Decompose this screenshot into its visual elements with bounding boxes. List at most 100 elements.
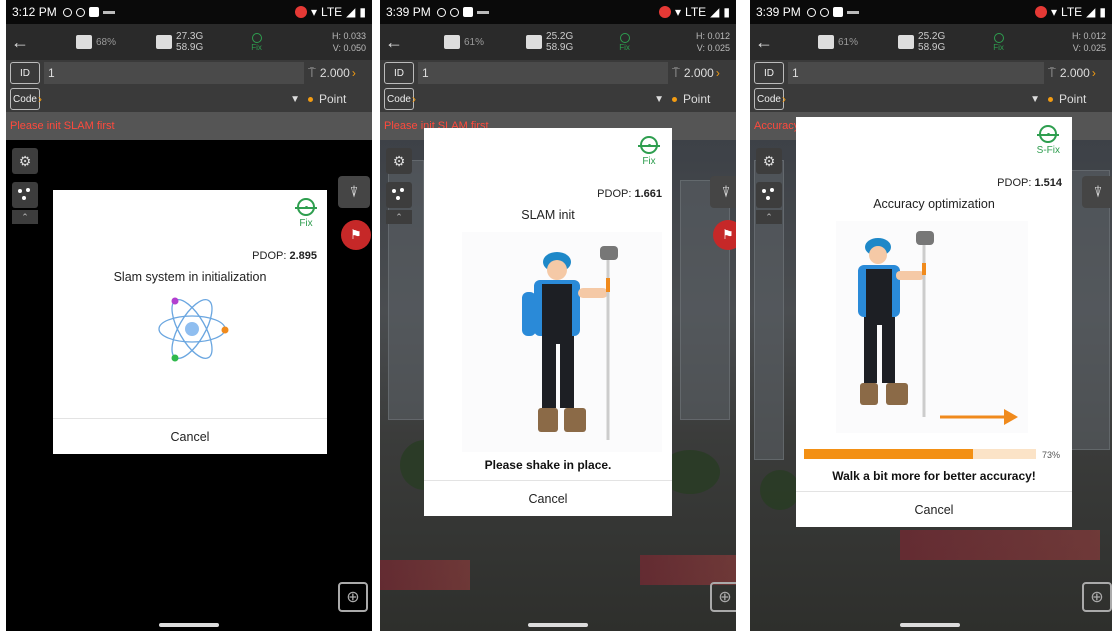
antenna-height-value: 2.000	[1059, 66, 1090, 80]
fix-icon	[993, 32, 1004, 43]
pdop-label: PDOP:	[597, 188, 632, 200]
h-precision: H: 0.033	[331, 31, 366, 41]
dialog-divider	[53, 418, 327, 419]
point-type[interactable]: Point	[672, 92, 736, 106]
gear-icon[interactable]: ⚙	[12, 148, 38, 174]
battery-icon: ▮	[1099, 5, 1106, 19]
back-arrow-icon[interactable]: ←	[380, 32, 408, 53]
fix-badge-label: S-Fix	[1036, 145, 1060, 156]
dropdown-caret-icon[interactable]: ▼	[654, 94, 664, 105]
fix-label: Fix	[993, 42, 1004, 52]
dialog-title: SLAM init	[521, 208, 575, 222]
slam-init-dialog: Fix PDOP: 2.895 Slam system in initializ…	[53, 190, 327, 454]
slam-init-dialog: Fix PDOP: 1.661 SLAM init Please shake i…	[424, 128, 672, 516]
storage-free: 25.2G	[546, 31, 574, 42]
storage-free: 25.2G	[918, 31, 946, 42]
stakeout-marker-icon[interactable]: ⚑	[341, 220, 371, 250]
network-label: LTE	[1061, 5, 1083, 19]
id-tag[interactable]: ID	[10, 62, 40, 84]
status-time: 3:12 PM	[12, 5, 57, 19]
code-dropdown[interactable]	[420, 88, 650, 110]
sd-card-icon	[156, 35, 173, 49]
battery-icon: ▮	[723, 5, 730, 19]
pdop-value: 1.661	[634, 188, 662, 200]
dots-icon[interactable]	[756, 182, 782, 208]
id-field[interactable]: 1	[44, 62, 304, 84]
id-tag[interactable]: ID	[754, 62, 784, 84]
accuracy-progress-bar	[804, 449, 1036, 459]
point-type[interactable]: Point	[1048, 92, 1112, 106]
fix-label: Fix	[619, 42, 630, 52]
receiver-battery-value: 61%	[838, 36, 859, 48]
back-arrow-icon[interactable]: ←	[750, 32, 778, 53]
dropdown-caret-icon[interactable]: ▼	[290, 94, 300, 105]
id-tag[interactable]: ID	[384, 62, 414, 84]
id-field[interactable]: 1	[788, 62, 1044, 84]
crosshair-icon[interactable]: ⊕	[338, 582, 368, 612]
screen-slam-initialization: 3:12 PM ▾ LTE ◢ ▮ ← 68% 27.3G 58.9G Fix H: 0…	[6, 0, 372, 631]
code-tag[interactable]: Code	[754, 88, 784, 110]
dots-icon[interactable]	[12, 182, 38, 208]
antenna-height-value: 2.000	[319, 66, 350, 80]
survey-pole-icon[interactable]: ⍒	[710, 176, 736, 208]
stakeout-marker-icon[interactable]: ⚑	[713, 220, 736, 250]
status-right: ▾ LTE ◢ ▮	[295, 5, 366, 19]
network-label: LTE	[685, 5, 707, 19]
signal-icon: ◢	[1086, 5, 1096, 19]
home-indicator	[159, 623, 219, 627]
antenna-height[interactable]: ⍑ 2.000 ›	[308, 65, 372, 81]
code-dropdown[interactable]	[790, 88, 1026, 110]
surveyor-icon	[522, 246, 618, 440]
chevron-up-icon[interactable]: ⌃	[386, 210, 412, 224]
dots-icon[interactable]	[386, 182, 412, 208]
top-bar: ← 68% 27.3G 58.9G Fix H: 0.033 V: 0.050	[6, 24, 372, 60]
pdop-label: PDOP:	[997, 177, 1032, 189]
code-tag[interactable]: Code	[384, 88, 414, 110]
chevron-up-icon[interactable]: ⌃	[12, 210, 38, 224]
pdop-label: PDOP:	[252, 250, 287, 262]
v-precision: V: 0.025	[1072, 43, 1106, 53]
storage-total: 58.9G	[176, 42, 204, 53]
crosshair-icon[interactable]: ⊕	[710, 582, 736, 612]
chevron-up-icon[interactable]: ⌃	[756, 210, 782, 224]
cancel-button[interactable]: Cancel	[53, 430, 327, 444]
receiver-battery-value: 68%	[96, 36, 117, 48]
fix-badge: S-Fix	[1037, 125, 1060, 156]
cancel-button[interactable]: Cancel	[796, 503, 1072, 517]
dialog-hint: Walk a bit more for better accuracy!	[832, 469, 1036, 483]
fix-crosshair-icon	[638, 136, 660, 154]
dialog-divider	[796, 491, 1072, 492]
back-arrow-icon[interactable]: ←	[6, 32, 34, 53]
cancel-button[interactable]: Cancel	[424, 492, 672, 506]
wifi-icon: ▾	[1051, 5, 1058, 19]
shake-illustration	[462, 232, 662, 452]
point-type[interactable]: Point	[308, 92, 372, 106]
code-dropdown[interactable]	[46, 88, 286, 110]
point-dot-icon	[1048, 96, 1053, 102]
antenna-height[interactable]: ⍑ 2.000 ›	[1048, 65, 1112, 81]
antenna-height[interactable]: ⍑ 2.000 ›	[672, 65, 736, 81]
flower-bed	[380, 560, 470, 590]
home-indicator	[900, 623, 960, 627]
sd-card-icon	[526, 35, 543, 49]
point-type-label: Point	[683, 92, 711, 106]
point-type-label: Point	[1059, 92, 1087, 106]
precision-readout: H: 0.012 V: 0.025	[696, 30, 736, 54]
signal-icon: ◢	[710, 5, 720, 19]
battery-icon: ▮	[359, 5, 366, 19]
recording-icon	[295, 6, 307, 18]
status-bar: 3:12 PM ▾ LTE ◢ ▮	[6, 0, 372, 24]
gear-icon[interactable]: ⚙	[386, 148, 412, 174]
dropdown-caret-icon[interactable]: ▼	[1030, 94, 1040, 105]
flower-bed	[640, 555, 736, 585]
chevron-right-icon: ›	[1091, 66, 1096, 80]
survey-pole-icon[interactable]: ⍒	[338, 176, 370, 208]
building-right	[1070, 170, 1110, 450]
crosshair-icon[interactable]: ⊕	[1082, 582, 1112, 612]
gear-icon[interactable]: ⚙	[756, 148, 782, 174]
survey-pole-icon[interactable]: ⍒	[1082, 176, 1112, 208]
status-right: ▾ LTE ◢ ▮	[1035, 5, 1106, 19]
status-bar: 3:39 PM ▾ LTE ◢ ▮	[750, 0, 1112, 24]
id-field[interactable]: 1	[418, 62, 668, 84]
code-tag[interactable]: Code	[10, 88, 40, 110]
